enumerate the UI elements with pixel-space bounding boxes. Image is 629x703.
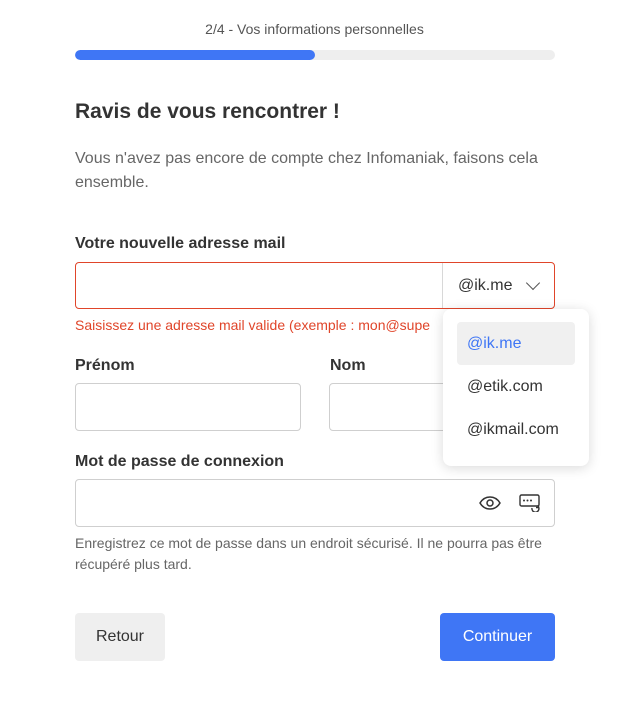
chevron-down-icon (525, 275, 541, 291)
domain-option-ikmail-com[interactable]: @ikmail.com (457, 408, 575, 451)
step-label: 2/4 - Vos informations personnelles (205, 21, 424, 37)
domain-select-value: @ik.me (458, 276, 513, 294)
password-actions (479, 492, 541, 514)
firstname-label: Prénom (75, 357, 135, 374)
email-field-group: @ik.me (75, 262, 555, 309)
page-title: Ravis de vous rencontrer ! (75, 100, 340, 123)
password-help-text: Enregistrez ce mot de passe dans un endr… (75, 535, 542, 572)
email-label: Votre nouvelle adresse mail (75, 235, 286, 252)
password-label: Mot de passe de connexion (75, 453, 284, 470)
domain-select[interactable]: @ik.me (442, 263, 554, 308)
intro-text: Vous n'avez pas encore de compte chez In… (75, 150, 538, 191)
password-generator-icon[interactable] (519, 492, 541, 514)
email-input[interactable] (76, 263, 442, 308)
domain-dropdown: @ik.me @etik.com @ikmail.com (443, 309, 589, 466)
email-error-message: Saisissez une adresse mail valide (exemp… (75, 317, 431, 333)
domain-option-ik-me[interactable]: @ik.me (457, 322, 575, 365)
continue-button[interactable]: Continuer (440, 613, 555, 661)
progress-bar (75, 50, 555, 60)
firstname-input[interactable] (75, 383, 301, 431)
back-button[interactable]: Retour (75, 613, 165, 661)
domain-option-etik-com[interactable]: @etik.com (457, 365, 575, 408)
progress-fill (75, 50, 315, 60)
lastname-label: Nom (330, 357, 366, 374)
eye-icon[interactable] (479, 492, 501, 514)
